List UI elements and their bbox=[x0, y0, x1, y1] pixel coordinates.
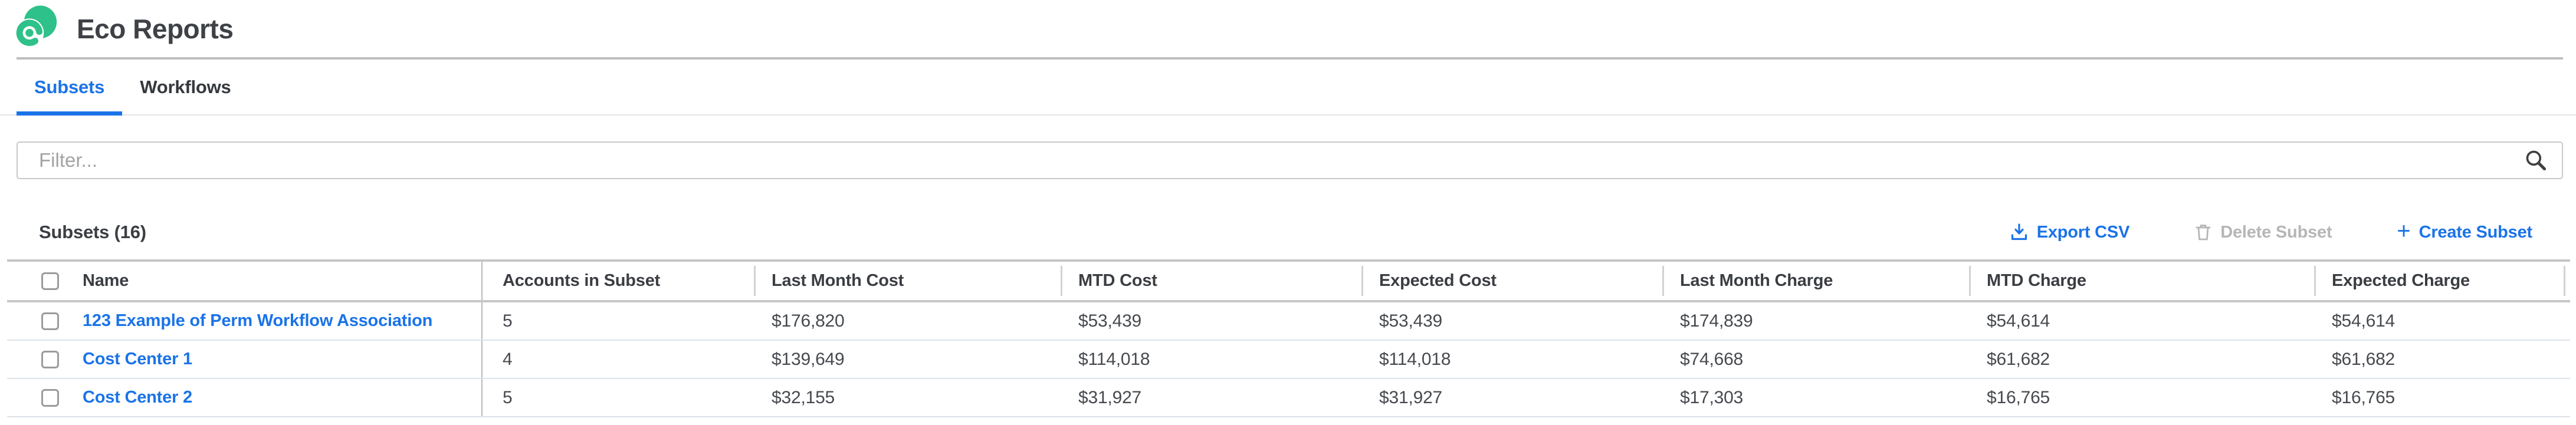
tab-bar: Subsets Workflows bbox=[0, 60, 2576, 116]
subset-name-link[interactable]: Cost Center 2 bbox=[83, 388, 192, 407]
cell-last-month-cost: $176,820 bbox=[754, 302, 1061, 340]
subsets-table: Name Accounts in Subset Last Month Cost … bbox=[7, 259, 2570, 417]
table-row: Cost Center 1 4 $139,649 $114,018 $114,0… bbox=[7, 341, 2570, 379]
column-header-last-month-cost[interactable]: Last Month Cost bbox=[754, 262, 1061, 300]
table-row: Cost Center 2 5 $32,155 $31,927 $31,927 … bbox=[7, 379, 2570, 417]
cell-accounts: 5 bbox=[483, 302, 754, 340]
cell-expected-charge: $16,765 bbox=[2314, 379, 2570, 416]
export-csv-button[interactable]: Export CSV bbox=[2010, 223, 2130, 242]
cell-last-month-cost: $32,155 bbox=[754, 379, 1061, 416]
cell-mtd-charge: $54,614 bbox=[1969, 302, 2314, 340]
row-checkbox[interactable] bbox=[41, 312, 59, 330]
name-cell: 123 Example of Perm Workflow Association bbox=[7, 302, 483, 340]
subsets-toolbar: Subsets (16) Export CSV Delete Subset + bbox=[39, 220, 2532, 244]
name-cell: Cost Center 2 bbox=[7, 379, 483, 416]
cell-mtd-cost: $114,018 bbox=[1061, 341, 1361, 378]
cell-mtd-charge: $16,765 bbox=[1969, 379, 2314, 416]
row-checkbox[interactable] bbox=[41, 389, 59, 407]
create-subset-label: Create Subset bbox=[2419, 223, 2532, 242]
create-subset-button[interactable]: + Create Subset bbox=[2397, 220, 2532, 244]
filter-bar bbox=[17, 141, 2563, 179]
tab-subsets[interactable]: Subsets bbox=[17, 60, 122, 114]
tab-workflows[interactable]: Workflows bbox=[122, 60, 248, 114]
cell-expected-cost: $114,018 bbox=[1361, 341, 1662, 378]
column-header-last-month-charge[interactable]: Last Month Charge bbox=[1662, 262, 1969, 300]
row-checkbox[interactable] bbox=[41, 351, 59, 368]
subset-name-link[interactable]: Cost Center 1 bbox=[83, 350, 192, 369]
page-title: Eco Reports bbox=[77, 13, 233, 45]
table-row: 123 Example of Perm Workflow Association… bbox=[7, 302, 2570, 341]
subsets-count-heading: Subsets (16) bbox=[39, 222, 146, 243]
cell-last-month-charge: $17,303 bbox=[1662, 379, 1969, 416]
delete-subset-button[interactable]: Delete Subset bbox=[2194, 223, 2332, 242]
plus-icon: + bbox=[2397, 219, 2410, 243]
cell-accounts: 4 bbox=[483, 341, 754, 378]
column-header-mtd-cost[interactable]: MTD Cost bbox=[1061, 262, 1361, 300]
eco-reports-page: Eco Reports Subsets Workflows Subsets (1… bbox=[0, 0, 2576, 425]
cell-last-month-cost: $139,649 bbox=[754, 341, 1061, 378]
column-header-expected-charge[interactable]: Expected Charge bbox=[2314, 262, 2570, 300]
cell-expected-cost: $31,927 bbox=[1361, 379, 1662, 416]
column-header-name-label: Name bbox=[83, 271, 129, 291]
search-icon[interactable] bbox=[2524, 149, 2548, 172]
name-cell: Cost Center 1 bbox=[7, 341, 483, 378]
column-header-mtd-charge[interactable]: MTD Charge bbox=[1969, 262, 2314, 300]
cell-accounts: 5 bbox=[483, 379, 754, 416]
cell-last-month-charge: $74,668 bbox=[1662, 341, 1969, 378]
table-header-row: Name Accounts in Subset Last Month Cost … bbox=[7, 262, 2570, 302]
subset-name-link[interactable]: 123 Example of Perm Workflow Association bbox=[83, 311, 432, 331]
eco-logo-icon bbox=[9, 4, 61, 54]
download-icon bbox=[2010, 223, 2029, 242]
column-header-accounts[interactable]: Accounts in Subset bbox=[483, 262, 754, 300]
cell-expected-charge: $61,682 bbox=[2314, 341, 2570, 378]
cell-expected-cost: $53,439 bbox=[1361, 302, 1662, 340]
export-csv-label: Export CSV bbox=[2037, 223, 2130, 242]
cell-mtd-charge: $61,682 bbox=[1969, 341, 2314, 378]
trash-icon bbox=[2194, 223, 2212, 242]
delete-subset-label: Delete Subset bbox=[2220, 223, 2332, 242]
filter-input[interactable] bbox=[17, 141, 2563, 179]
cell-mtd-cost: $53,439 bbox=[1061, 302, 1361, 340]
cell-expected-charge: $54,614 bbox=[2314, 302, 2570, 340]
toolbar-actions: Export CSV Delete Subset + Create Subset bbox=[2010, 220, 2532, 244]
app-header: Eco Reports bbox=[0, 0, 2576, 57]
column-header-name[interactable]: Name bbox=[7, 262, 483, 300]
cell-last-month-charge: $174,839 bbox=[1662, 302, 1969, 340]
cell-mtd-cost: $31,927 bbox=[1061, 379, 1361, 416]
column-header-expected-cost[interactable]: Expected Cost bbox=[1361, 262, 1662, 300]
select-all-checkbox[interactable] bbox=[41, 272, 59, 290]
